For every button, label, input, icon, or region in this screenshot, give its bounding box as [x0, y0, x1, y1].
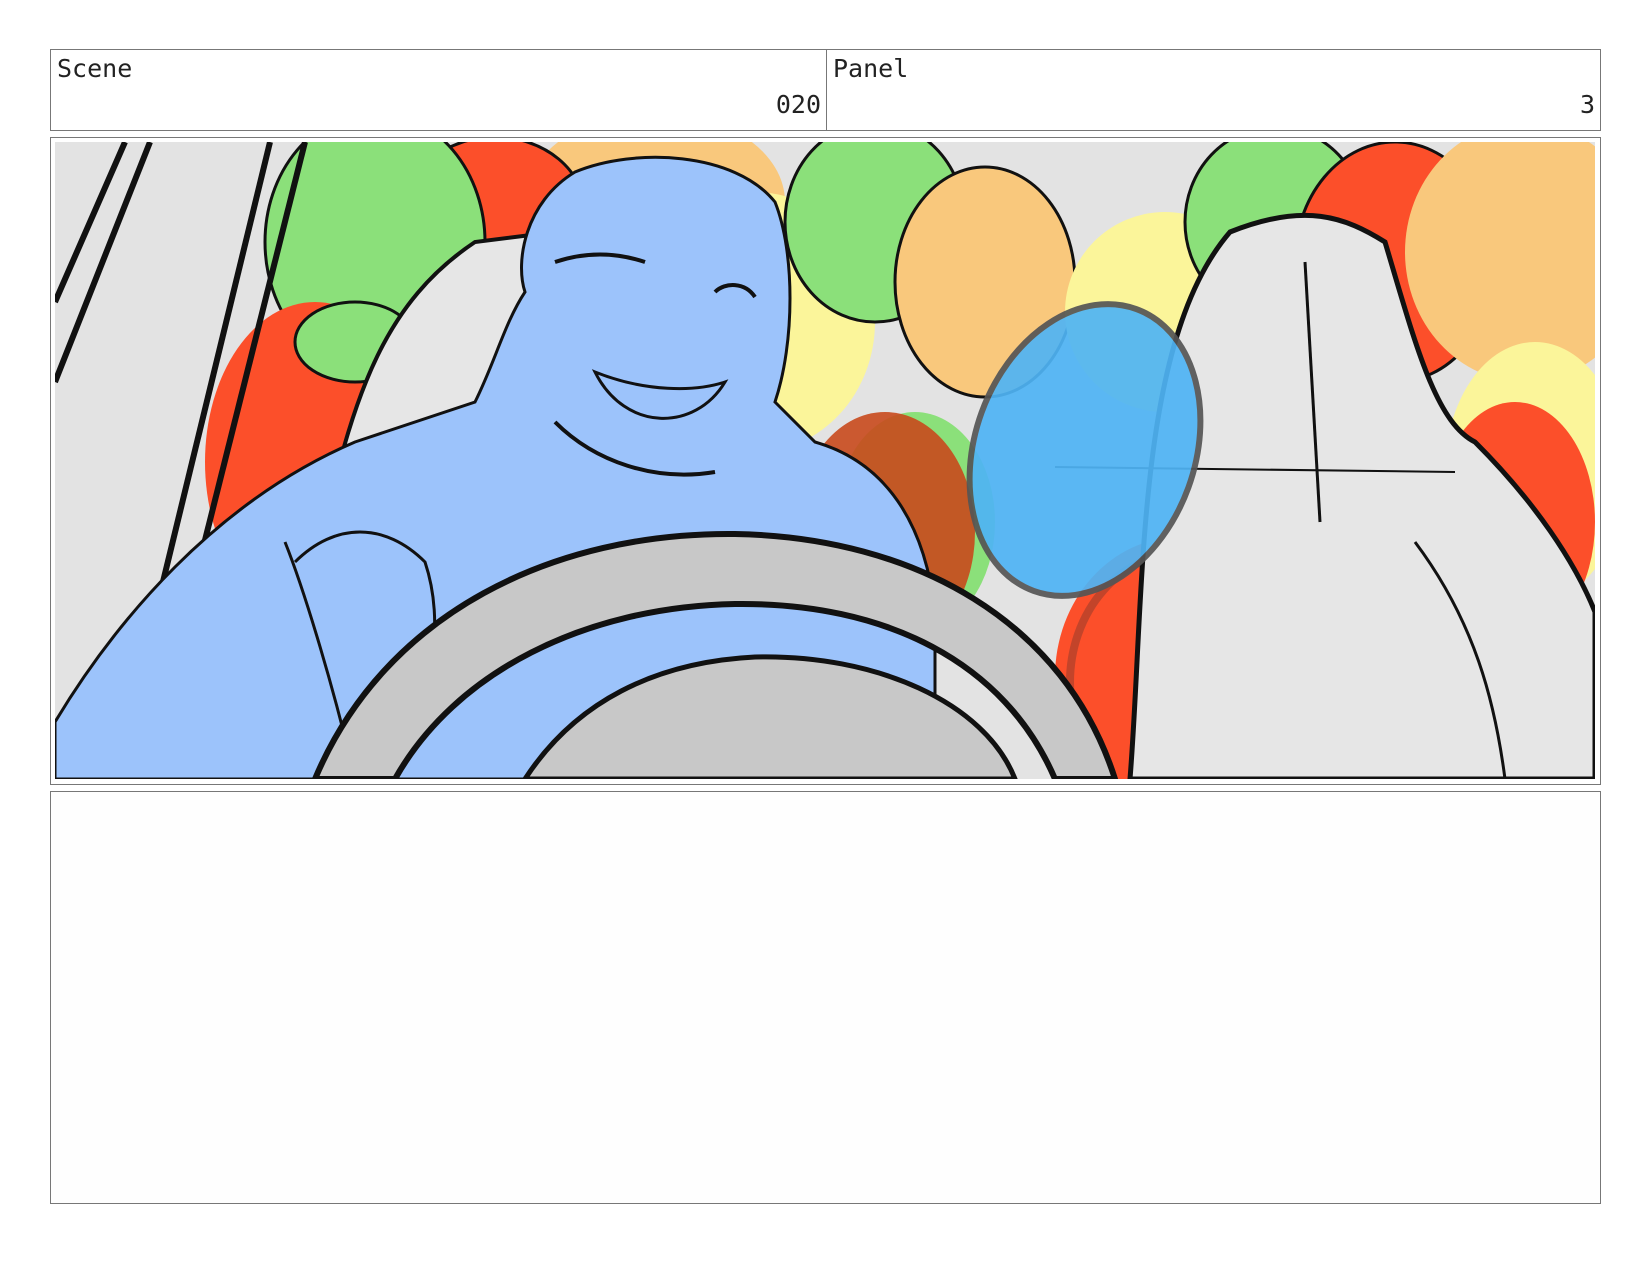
storyboard-sketch — [55, 142, 1595, 779]
notes-area — [50, 791, 1601, 1204]
scene-number: 020 — [775, 90, 821, 119]
scene-label: Scene — [57, 54, 133, 83]
panel-number: 3 — [1579, 90, 1595, 119]
panel-label: Panel — [833, 54, 909, 83]
storyboard-header: Scene 020 Panel 3 — [50, 49, 1601, 131]
scene-cell: Scene 020 — [51, 50, 827, 130]
panel-cell: Panel 3 — [827, 50, 1600, 130]
storyboard-frame — [50, 137, 1601, 785]
